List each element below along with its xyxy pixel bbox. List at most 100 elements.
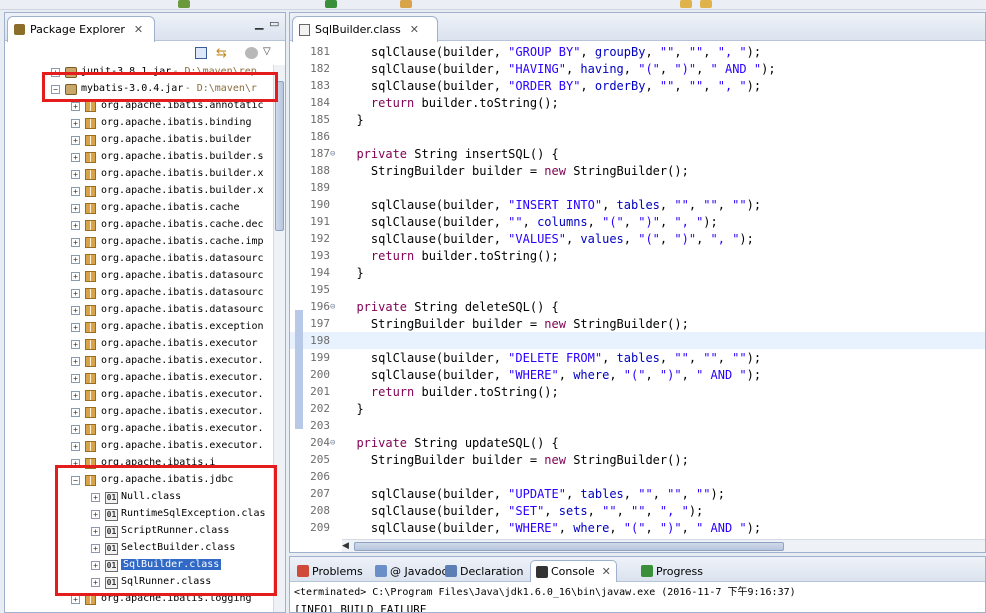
expand-toggle-icon[interactable]: + bbox=[71, 442, 80, 451]
code-line[interactable]: 181 sqlClause(builder, "GROUP BY", group… bbox=[290, 43, 985, 60]
code-line[interactable]: 195 bbox=[290, 281, 985, 298]
tree-item[interactable]: + org.apache.ibatis.builder.x bbox=[5, 183, 273, 200]
tree-item[interactable]: + org.apache.ibatis.executor. bbox=[5, 387, 273, 404]
code-line[interactable]: 186 bbox=[290, 128, 985, 145]
fold-toggle-icon[interactable]: ⊖ bbox=[330, 149, 335, 159]
code-line[interactable]: 203 bbox=[290, 417, 985, 434]
tree-item[interactable]: + org.apache.ibatis.executor. bbox=[5, 421, 273, 438]
code-line[interactable]: 188 StringBuilder builder = new StringBu… bbox=[290, 162, 985, 179]
expand-toggle-icon[interactable]: + bbox=[71, 408, 80, 417]
tree-item[interactable]: + org.apache.ibatis.builder.x bbox=[5, 166, 273, 183]
tree-item[interactable]: + org.apache.ibatis.executor. bbox=[5, 438, 273, 455]
code-line[interactable]: 205 StringBuilder builder = new StringBu… bbox=[290, 451, 985, 468]
expand-toggle-icon[interactable]: + bbox=[71, 425, 80, 434]
tab-problems[interactable]: Problems bbox=[292, 560, 368, 582]
expand-toggle-icon[interactable]: + bbox=[71, 204, 80, 213]
code-line[interactable]: 185 } bbox=[290, 111, 985, 128]
code-line[interactable]: 187 ⊖ private String insertSQL() { bbox=[290, 145, 985, 162]
code-line[interactable]: 199 sqlClause(builder, "DELETE FROM", ta… bbox=[290, 349, 985, 366]
code-line[interactable]: 201 return builder.toString(); bbox=[290, 383, 985, 400]
expand-toggle-icon[interactable]: + bbox=[71, 340, 80, 349]
code-line[interactable]: 202 } bbox=[290, 400, 985, 417]
tree-item[interactable]: + org.apache.ibatis.executor. bbox=[5, 370, 273, 387]
collapse-all-icon[interactable] bbox=[195, 47, 207, 59]
tree-item[interactable]: + org.apache.ibatis.cache bbox=[5, 200, 273, 217]
close-icon[interactable]: ✕ bbox=[410, 23, 419, 36]
fold-toggle-icon[interactable]: ⊖ bbox=[330, 302, 335, 312]
code-line[interactable]: 182 sqlClause(builder, "HAVING", having,… bbox=[290, 60, 985, 77]
tree-item[interactable]: + org.apache.ibatis.executor. bbox=[5, 404, 273, 421]
tab-package-explorer[interactable]: Package Explorer ✕ bbox=[7, 16, 155, 42]
expand-toggle-icon[interactable]: + bbox=[71, 255, 80, 264]
open-folder-icon[interactable] bbox=[400, 0, 412, 8]
editor-hscrollbar[interactable]: ◀ bbox=[342, 539, 985, 552]
code-line[interactable]: 196 ⊖ private String deleteSQL() { bbox=[290, 298, 985, 315]
expand-toggle-icon[interactable]: + bbox=[71, 187, 80, 196]
code-line[interactable]: 207 sqlClause(builder, "UPDATE", tables,… bbox=[290, 485, 985, 502]
tree-item[interactable]: + org.apache.ibatis.cache.imp bbox=[5, 234, 273, 251]
expand-toggle-icon[interactable]: + bbox=[71, 391, 80, 400]
tree-item[interactable]: + org.apache.ibatis.builder.s bbox=[5, 149, 273, 166]
code-area[interactable]: 181 sqlClause(builder, "GROUP BY", group… bbox=[290, 42, 985, 539]
code-line[interactable]: 191 sqlClause(builder, "", columns, "(",… bbox=[290, 213, 985, 230]
code-line[interactable]: 194 } bbox=[290, 264, 985, 281]
code-line[interactable]: 206 bbox=[290, 468, 985, 485]
tree-item[interactable]: + org.apache.ibatis.binding bbox=[5, 115, 273, 132]
tab-declaration[interactable]: Declaration bbox=[440, 560, 528, 582]
tree-item[interactable]: + org.apache.ibatis.executor bbox=[5, 336, 273, 353]
code-line[interactable]: 192 sqlClause(builder, "VALUES", values,… bbox=[290, 230, 985, 247]
forward-arrow-icon[interactable] bbox=[700, 0, 712, 8]
scrollbar-thumb[interactable] bbox=[275, 81, 284, 231]
expand-toggle-icon[interactable]: + bbox=[71, 170, 80, 179]
code-line[interactable]: 183 sqlClause(builder, "ORDER BY", order… bbox=[290, 77, 985, 94]
tab-console[interactable]: Console ✕ bbox=[530, 560, 617, 582]
scroll-left-icon[interactable]: ◀ bbox=[342, 541, 349, 551]
tab-sqlbuilder-class[interactable]: SqlBuilder.class ✕ bbox=[292, 16, 438, 42]
tree-item[interactable]: + org.apache.ibatis.datasourc bbox=[5, 285, 273, 302]
expand-toggle-icon[interactable]: + bbox=[71, 289, 80, 298]
back-arrow-icon[interactable] bbox=[680, 0, 692, 8]
code-line[interactable]: 208 sqlClause(builder, "SET", sets, "", … bbox=[290, 502, 985, 519]
fold-toggle-icon[interactable]: ⊖ bbox=[330, 438, 335, 448]
expand-toggle-icon[interactable]: + bbox=[71, 238, 80, 247]
expand-toggle-icon[interactable]: + bbox=[71, 102, 80, 111]
tree-item[interactable]: + org.apache.ibatis.datasourc bbox=[5, 251, 273, 268]
debug-icon[interactable] bbox=[325, 0, 337, 8]
code-line[interactable]: 190 sqlClause(builder, "INSERT INTO", ta… bbox=[290, 196, 985, 213]
expand-toggle-icon[interactable]: + bbox=[71, 153, 80, 162]
expand-toggle-icon[interactable]: + bbox=[71, 272, 80, 281]
expand-toggle-icon[interactable]: + bbox=[71, 595, 80, 604]
code-line[interactable]: 193 return builder.toString(); bbox=[290, 247, 985, 264]
code-line[interactable]: 184 return builder.toString(); bbox=[290, 94, 985, 111]
tree-item[interactable]: + org.apache.ibatis.exception bbox=[5, 319, 273, 336]
expand-toggle-icon[interactable]: + bbox=[71, 136, 80, 145]
close-icon[interactable]: ✕ bbox=[602, 565, 611, 578]
minimize-icon[interactable]: ▁ bbox=[255, 17, 263, 30]
code-line[interactable]: 197 StringBuilder builder = new StringBu… bbox=[290, 315, 985, 332]
maximize-icon[interactable]: ▭ bbox=[269, 17, 279, 30]
code-line[interactable]: 189 bbox=[290, 179, 985, 196]
tree-item[interactable]: + org.apache.ibatis.datasourc bbox=[5, 302, 273, 319]
close-icon[interactable]: ✕ bbox=[134, 23, 143, 36]
run-icon[interactable] bbox=[178, 0, 190, 8]
tree-item[interactable]: + org.apache.ibatis.builder bbox=[5, 132, 273, 149]
tab-progress[interactable]: Progress bbox=[636, 560, 708, 582]
expand-toggle-icon[interactable]: + bbox=[71, 357, 80, 366]
code-line[interactable]: 198 bbox=[290, 332, 985, 349]
tree-item[interactable]: + org.apache.ibatis.executor. bbox=[5, 353, 273, 370]
code-line[interactable]: 204 ⊖ private String updateSQL() { bbox=[290, 434, 985, 451]
hscroll-thumb[interactable] bbox=[354, 542, 784, 551]
expand-toggle-icon[interactable]: + bbox=[71, 323, 80, 332]
code-line[interactable]: 200 sqlClause(builder, "WHERE", where, "… bbox=[290, 366, 985, 383]
expand-toggle-icon[interactable]: + bbox=[71, 221, 80, 230]
expand-toggle-icon[interactable]: + bbox=[71, 374, 80, 383]
tree-item[interactable]: + org.apache.ibatis.cache.dec bbox=[5, 217, 273, 234]
tree-item[interactable]: + org.apache.ibatis.datasourc bbox=[5, 268, 273, 285]
expand-toggle-icon[interactable]: + bbox=[71, 119, 80, 128]
chevron-down-icon[interactable]: ▽ bbox=[263, 46, 271, 57]
code-line[interactable]: 209 sqlClause(builder, "WHERE", where, "… bbox=[290, 519, 985, 536]
link-with-editor-icon[interactable]: ⇆ bbox=[216, 46, 227, 61]
view-menu-icon[interactable] bbox=[245, 47, 258, 59]
expand-toggle-icon[interactable]: + bbox=[71, 306, 80, 315]
tree-item-label: org.apache.ibatis.cache.dec bbox=[101, 219, 264, 230]
